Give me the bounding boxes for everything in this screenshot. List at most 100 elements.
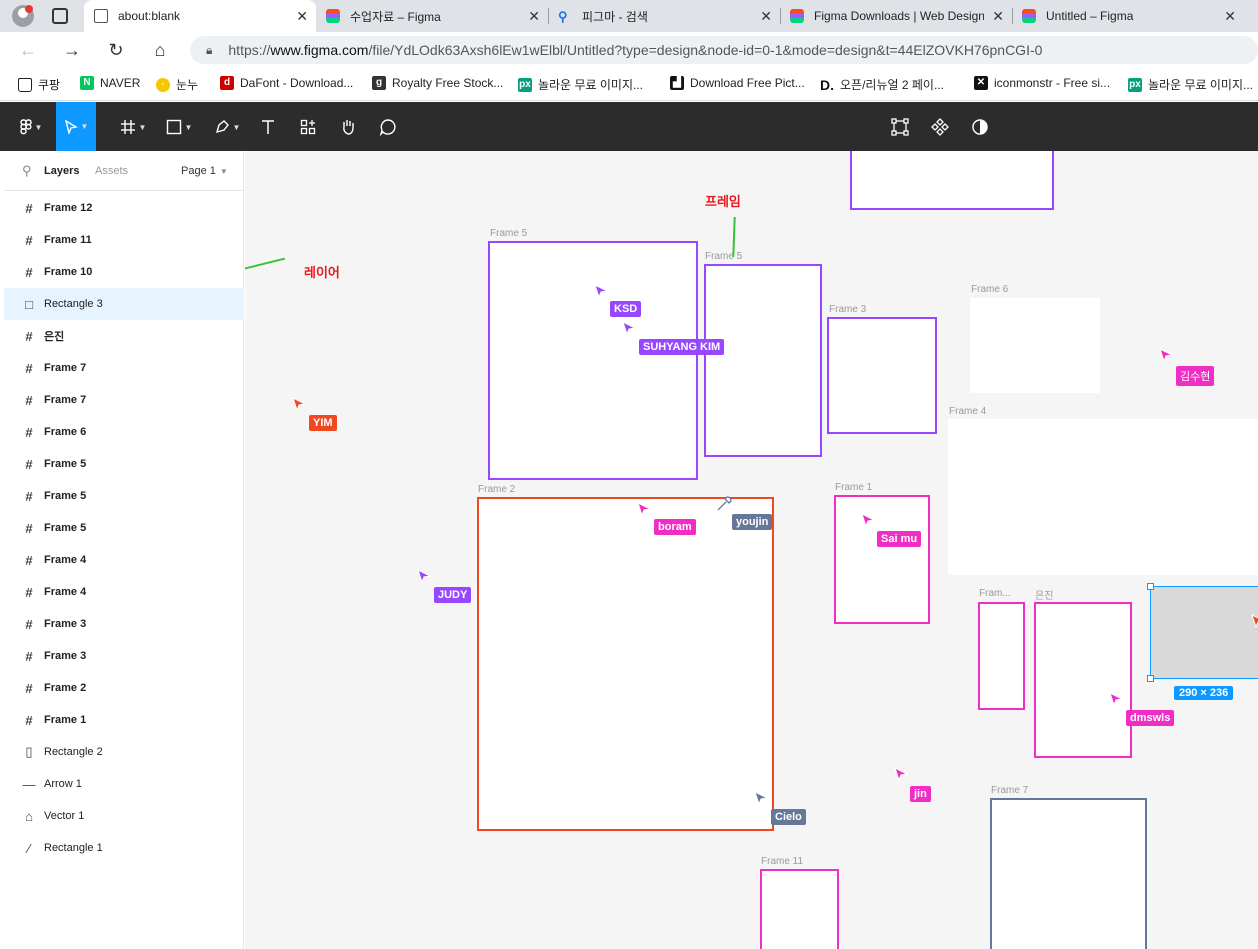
- bookmark-dafont[interactable]: d DaFont - Download...: [220, 76, 353, 90]
- main-menu-button[interactable]: ▼: [14, 114, 48, 140]
- layer-row[interactable]: # Frame 3: [4, 608, 244, 640]
- layer-row[interactable]: # Frame 5: [4, 480, 244, 512]
- layer-row[interactable]: # Frame 7: [4, 384, 244, 416]
- close-icon[interactable]: ✕: [528, 8, 540, 25]
- bookmark-iconmonstr[interactable]: ✕ iconmonstr - Free si...: [974, 76, 1110, 90]
- close-icon[interactable]: ✕: [992, 8, 1004, 25]
- layer-row[interactable]: ∕ Rectangle 1: [4, 832, 244, 864]
- move-cursor-icon: [64, 119, 78, 134]
- tab-about-blank[interactable]: about:blank ✕: [84, 0, 316, 32]
- shape-tool-button[interactable]: ▼: [162, 114, 196, 140]
- layer-row[interactable]: ⌂ Vector 1: [4, 800, 244, 832]
- search-icon[interactable]: ⚲: [22, 163, 32, 179]
- component-button[interactable]: [928, 114, 952, 140]
- layer-row[interactable]: # Frame 10: [4, 256, 244, 288]
- layer-row[interactable]: # Frame 5: [4, 448, 244, 480]
- layer-row[interactable]: # Frame 4: [4, 544, 244, 576]
- rectangle-3-selected[interactable]: [1147, 583, 1258, 682]
- layer-row[interactable]: # Frame 11: [4, 224, 244, 256]
- layer-label: Rectangle 2: [44, 746, 103, 758]
- frame-eunjin[interactable]: [1034, 602, 1132, 758]
- frame-5-small[interactable]: [704, 264, 822, 457]
- layer-row[interactable]: # Frame 4: [4, 576, 244, 608]
- close-icon[interactable]: ✕: [1224, 8, 1236, 25]
- layer-label: Frame 3: [44, 650, 87, 662]
- dafont-icon: d: [220, 76, 234, 90]
- bookmark-noonnu[interactable]: · 눈누: [156, 76, 198, 93]
- layer-label: Frame 11: [44, 234, 92, 246]
- layer-row[interactable]: ▯ Rectangle 2: [4, 736, 244, 768]
- bookmark-pexels-1[interactable]: px 놀라운 무료 이미지...: [518, 76, 643, 93]
- cursor-icon: [292, 397, 306, 411]
- layer-row[interactable]: # Frame 2: [4, 672, 244, 704]
- frame-tool-button[interactable]: ▼: [116, 114, 150, 140]
- bookmark-open-renewal[interactable]: D. 오픈/리뉴얼 2 페이...: [820, 76, 944, 93]
- frame-2[interactable]: [477, 497, 774, 831]
- resize-handle[interactable]: [1147, 675, 1154, 682]
- layer-label: 은진: [44, 331, 65, 343]
- frame-icon: #: [25, 360, 33, 376]
- frame-6[interactable]: [970, 298, 1100, 393]
- contrast-button[interactable]: [968, 114, 992, 140]
- tab-layers[interactable]: Layers: [44, 165, 79, 177]
- resize-handle[interactable]: [1147, 583, 1154, 590]
- profile-icon[interactable]: [12, 5, 34, 27]
- move-tool-button[interactable]: ▼: [56, 102, 96, 151]
- layer-row[interactable]: # Frame 1: [4, 704, 244, 736]
- layer-row[interactable]: # Frame 6: [4, 416, 244, 448]
- frame-5-large[interactable]: [488, 241, 698, 480]
- forward-icon[interactable]: →: [62, 40, 82, 60]
- frame-3[interactable]: [827, 317, 937, 434]
- url-field[interactable]: 🔒︎ https://www.figma.com/file/YdLOdk63Ax…: [190, 36, 1258, 64]
- layers-panel: ⚲ Layers Assets Page 1 ▼ # Frame 12 # Frame …: [4, 151, 244, 949]
- bookmark-coupang[interactable]: 쿠팡: [18, 76, 60, 93]
- text-tool-button[interactable]: [256, 114, 280, 140]
- back-icon[interactable]: ←: [18, 40, 38, 60]
- layer-row[interactable]: # Frame 3: [4, 640, 244, 672]
- tab-figma-class[interactable]: 수업자료 – Figma ✕: [316, 0, 548, 32]
- text-icon: [262, 120, 274, 134]
- layer-label: Frame 5: [44, 490, 87, 502]
- close-icon[interactable]: ✕: [760, 8, 772, 25]
- comment-tool-button[interactable]: [376, 114, 400, 140]
- bookmark-naver[interactable]: N NAVER: [80, 76, 140, 90]
- page-icon: [94, 9, 108, 23]
- frame-7[interactable]: [990, 798, 1147, 949]
- layer-row[interactable]: # Frame 12: [4, 192, 244, 224]
- bookmark-royalty[interactable]: g Royalty Free Stock...: [372, 76, 503, 90]
- frame-4[interactable]: [948, 419, 1258, 575]
- mask-button[interactable]: [888, 114, 912, 140]
- tab-actions-icon[interactable]: [52, 8, 68, 24]
- tab-untitled-figma[interactable]: Untitled – Figma ✕: [1012, 0, 1244, 32]
- frame-top-partial[interactable]: [850, 151, 1054, 210]
- frame-11[interactable]: [760, 869, 839, 949]
- home-icon[interactable]: ⌂: [150, 40, 170, 60]
- pen-tool-button[interactable]: ▼: [210, 114, 244, 140]
- frame-1[interactable]: [834, 495, 930, 624]
- cursor-label-ksd: KSD: [610, 301, 642, 317]
- layer-label: Frame 10: [44, 266, 93, 278]
- lock-icon[interactable]: 🔒︎: [206, 43, 212, 58]
- resources-button[interactable]: [296, 114, 320, 140]
- rectangle-icon: [166, 119, 181, 135]
- browser-tab-bar: about:blank ✕ 수업자료 – Figma ✕ ⚲ 피그마 - 검색 …: [0, 0, 1258, 32]
- frame-label: Frame 7: [991, 785, 1029, 796]
- tab-search[interactable]: ⚲ 피그마 - 검색 ✕: [548, 0, 780, 32]
- bookmark-free-pict[interactable]: ▟ Download Free Pict...: [670, 76, 805, 90]
- bookmark-pexels-2[interactable]: px 놀라운 무료 이미지...: [1128, 76, 1253, 93]
- layer-row[interactable]: # Frame 5: [4, 512, 244, 544]
- tab-assets[interactable]: Assets: [95, 165, 128, 177]
- layer-row[interactable]: — Arrow 1: [4, 768, 244, 800]
- design-canvas[interactable]: 프레임 레이어 Frame 5 Frame 5 Frame 3 Frame 6 …: [245, 151, 1258, 949]
- layer-row[interactable]: # Frame 7: [4, 352, 244, 384]
- frame-truncated[interactable]: [978, 602, 1025, 710]
- hand-tool-button[interactable]: [336, 114, 360, 140]
- tab-figma-downloads[interactable]: Figma Downloads | Web Design ✕: [780, 0, 1012, 32]
- layer-row[interactable]: # 은진: [4, 320, 244, 352]
- layer-row[interactable]: □ Rectangle 3: [4, 288, 244, 320]
- frame-icon: #: [25, 232, 33, 248]
- reload-icon[interactable]: ↻: [106, 40, 126, 60]
- page-selector[interactable]: Page 1 ▼: [181, 165, 228, 177]
- layer-label: Frame 6: [44, 426, 87, 438]
- close-icon[interactable]: ✕: [296, 8, 308, 25]
